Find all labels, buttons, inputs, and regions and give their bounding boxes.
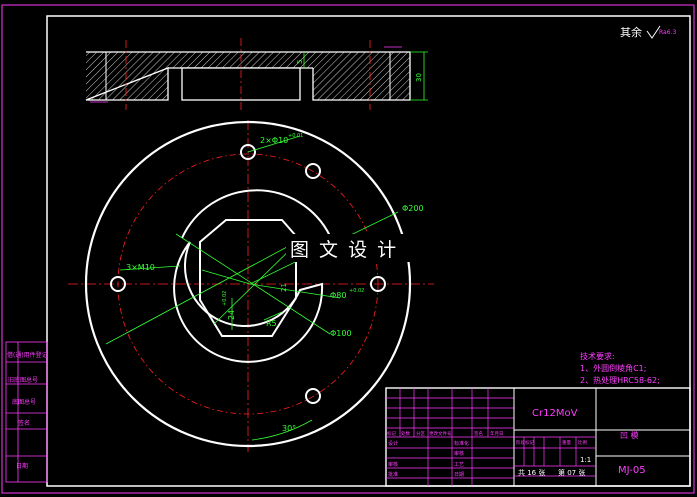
section-view: 30 5 (85, 38, 428, 112)
hdr-mark: 标记 (387, 430, 396, 437)
stage-scale: 比例 (578, 439, 587, 446)
dim-pcd: Φ100 (330, 329, 352, 338)
side-strip-frame (5, 341, 48, 483)
dim-outer: Φ200 (402, 204, 424, 213)
cad-drawing-sheet: 其余 Ra6.3 30 5 2×Φ10 +0.01 3×M10 Φ200 Φ80… (1, 4, 695, 494)
stage-mark: 阶段标记 (516, 439, 534, 446)
surface-finish-note: 其余 Ra6.3 (620, 25, 676, 39)
dim-angle: 30° (282, 424, 296, 433)
side-stamp-4: 签名 (18, 419, 30, 427)
revision-grid (386, 388, 514, 486)
side-stamp-2: 旧底图总号 (8, 376, 38, 384)
part-name-text: 凹 模 (620, 430, 639, 440)
dim-tapped-holes: 3×M10 (126, 263, 155, 272)
dim-inner-bore: Φ80 (330, 291, 346, 300)
depth-dim-text: 5 (296, 60, 304, 64)
dim-r5: R5 (266, 319, 277, 328)
row-review: 审核 (454, 450, 464, 457)
height-dim-text: 30 (415, 73, 423, 82)
row-design: 设计 (388, 440, 398, 447)
side-stamp-5: 日期 (16, 462, 28, 470)
dim-hole-callout-tol: +0.01 (288, 133, 303, 139)
hdr-zone: 分区 (416, 430, 425, 437)
hatch-top-lip (168, 52, 313, 68)
tech-item-1: 1、外圆倒棱角C1; (580, 363, 646, 373)
dim-inner-bore-tol: +0.02 (349, 288, 364, 294)
hdr-change-doc: 更改文件号 (429, 430, 452, 437)
dim-24-tol: +0.02 (222, 291, 228, 306)
drawing-no-text: MJ-05 (618, 465, 646, 476)
tapped-hole-bottom (305, 388, 321, 404)
hdr-count: 处数 (401, 430, 410, 437)
row-approve: 批准 (388, 471, 398, 478)
title-block: 标记 处数 分区 更改文件号 签名 年月日 设计 标准化 审核 工艺 批准 日期… (385, 387, 691, 487)
side-stamp-3: 底图总号 (12, 398, 36, 406)
row-standard: 标准化 (454, 440, 469, 447)
inner-arc (181, 189, 331, 239)
row-process: 工艺 (454, 462, 464, 468)
hatch-right (313, 52, 410, 100)
sheet-no-text: 第 07 张 (558, 468, 585, 477)
scale-text: 1:1 (580, 456, 591, 464)
row-check: 审核 (388, 461, 398, 468)
side-stamp-strip: 借(通)用件登记 旧底图总号 底图总号 签名 日期 (5, 341, 48, 483)
dim-24: 24 (227, 310, 236, 320)
surface-finish-value: Ra6.3 (659, 29, 676, 36)
tech-title: 技术要求: (580, 351, 615, 361)
hdr-date: 年月日 (490, 430, 504, 437)
watermark-text: 图 文 设 计 (290, 239, 398, 261)
dim-hole-callout: 2×Φ10 (260, 136, 288, 145)
dim-21: 21 (280, 283, 288, 292)
hdr-sign: 签名 (474, 430, 483, 437)
tech-item-2: 2、热处理HRC58-62; (580, 375, 660, 385)
stage-weight: 重量 (562, 439, 571, 446)
surface-finish-label: 其余 (620, 25, 642, 39)
row-date: 日期 (454, 472, 464, 478)
sheet-total-text: 共 16 张 (518, 468, 545, 477)
material-text: Cr12MoV (532, 408, 578, 419)
side-strip-rows (6, 342, 47, 482)
side-stamp-1: 借(通)用件登记 (7, 351, 48, 359)
plan-view: 2×Φ10 +0.01 3×M10 Φ200 Φ80 +0.02 Φ100 R5… (68, 120, 434, 452)
tech-requirements: 技术要求: 1、外圆倒棱角C1; 2、热处理HRC58-62; (580, 351, 660, 385)
hatch-left (86, 52, 168, 100)
